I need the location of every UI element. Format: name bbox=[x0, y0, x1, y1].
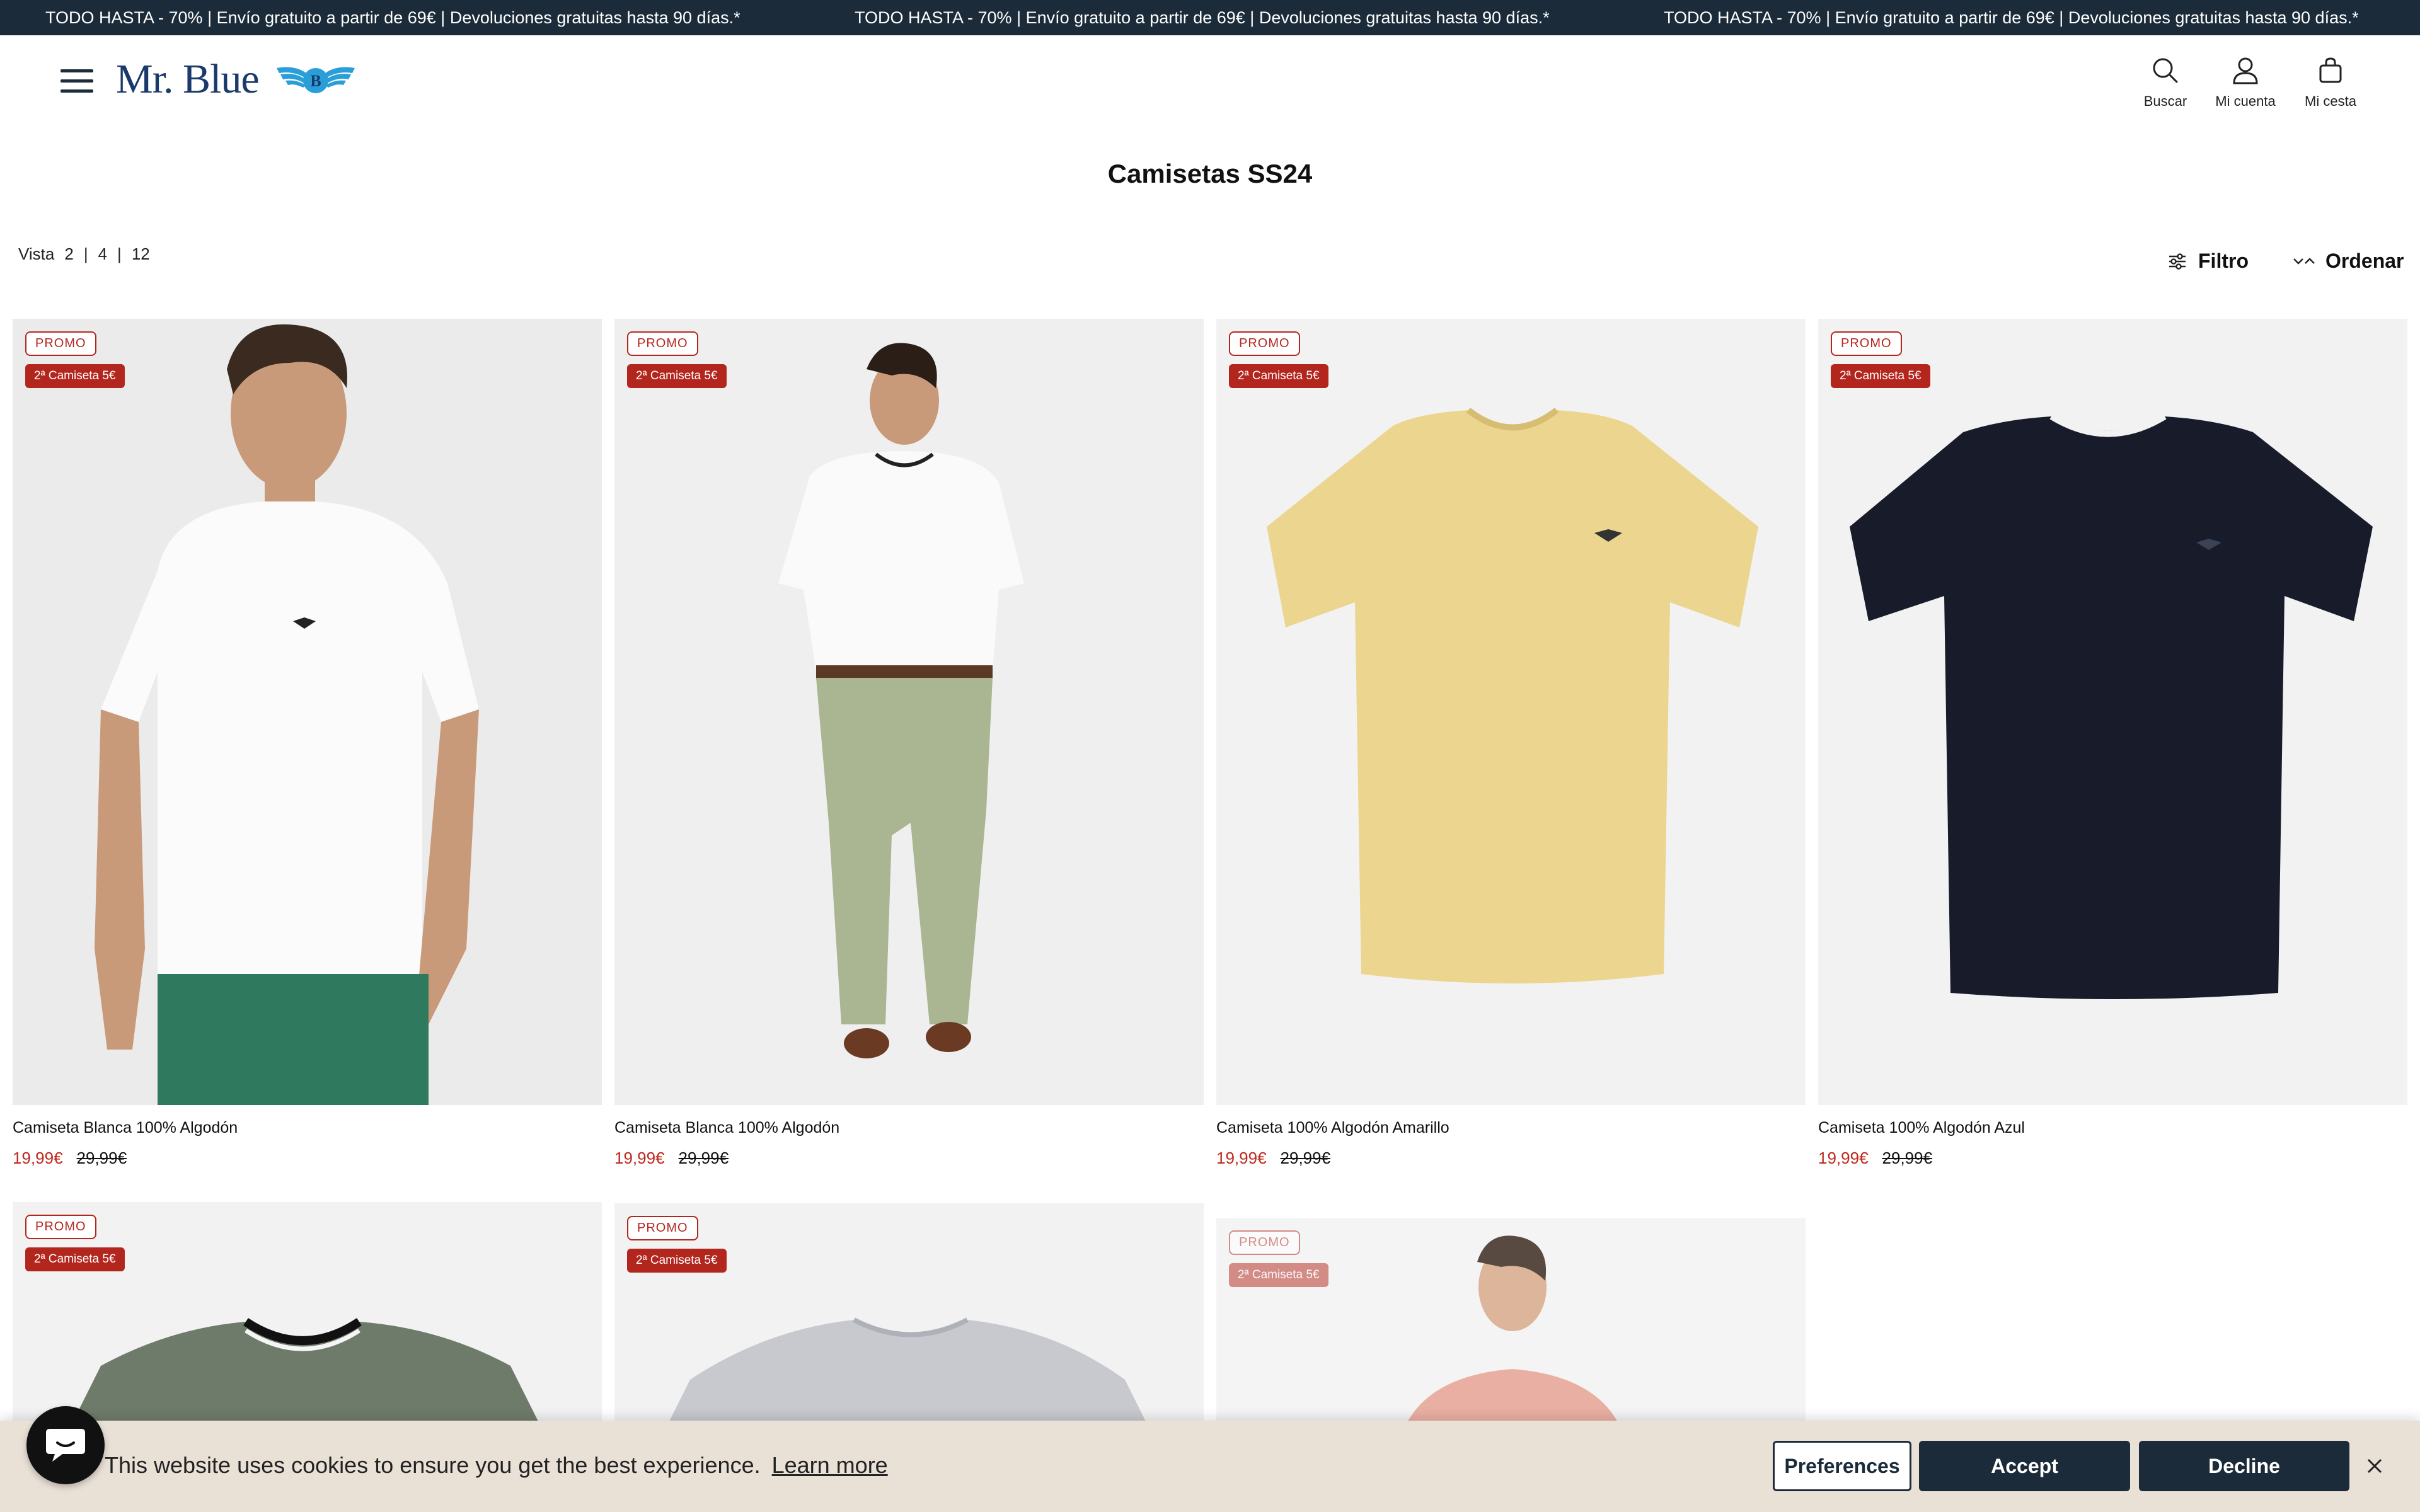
cart-label: Mi cesta bbox=[2305, 93, 2356, 109]
filter-button[interactable]: Filtro bbox=[2167, 249, 2249, 273]
deal-badge: 2ª Camiseta 5€ bbox=[627, 364, 727, 388]
product-name[interactable]: Camiseta 100% Algodón Azul bbox=[1818, 1119, 2407, 1137]
promo-badge: PROMO bbox=[25, 1215, 96, 1239]
product-photo-model-full-body bbox=[614, 319, 1204, 1105]
logo-badge: B bbox=[310, 72, 321, 90]
view-separator: | bbox=[83, 244, 88, 263]
product-name[interactable]: Camiseta Blanca 100% Algodón bbox=[614, 1119, 1204, 1137]
decline-button[interactable]: Decline bbox=[2139, 1441, 2349, 1491]
learn-more-link[interactable]: Learn more bbox=[772, 1452, 888, 1478]
product-prices: 19,99€ 29,99€ bbox=[1216, 1148, 1806, 1168]
logo[interactable]: Mr. Blue B bbox=[116, 55, 360, 103]
product-image[interactable]: PROMO 2ª Camiseta 5€ bbox=[614, 319, 1204, 1105]
view-option-12[interactable]: 12 bbox=[132, 244, 150, 264]
account-label: Mi cuenta bbox=[2215, 93, 2276, 109]
product-image[interactable]: PROMO 2ª Camiseta 5€ bbox=[1818, 319, 2407, 1105]
product-name[interactable]: Camiseta Blanca 100% Algodón bbox=[13, 1119, 602, 1137]
sale-price: 19,99€ bbox=[13, 1148, 63, 1167]
search-button[interactable]: Buscar bbox=[2140, 54, 2191, 110]
user-icon bbox=[2233, 57, 2258, 84]
sale-price: 19,99€ bbox=[614, 1148, 665, 1167]
product-image[interactable]: PROMO 2ª Camiseta 5€ bbox=[13, 319, 602, 1105]
product-prices: 19,99€ 29,99€ bbox=[614, 1148, 1204, 1168]
product-card[interactable]: PROMO 2ª Camiseta 5€ Camiseta Blanca 100… bbox=[614, 319, 1204, 1168]
announcement-message: TODO HASTA - 70% | Envío gratuito a part… bbox=[1664, 8, 2359, 27]
product-photo-navy-tee bbox=[1818, 319, 2407, 1105]
view-switcher: Vista 2 | 4 | 12 bbox=[18, 244, 150, 264]
deal-badge: 2ª Camiseta 5€ bbox=[25, 364, 125, 388]
view-separator: | bbox=[117, 244, 122, 263]
cart-button[interactable]: Mi cesta bbox=[2300, 54, 2361, 110]
chat-icon bbox=[46, 1429, 85, 1462]
view-option-2[interactable]: 2 bbox=[64, 244, 73, 264]
sale-price: 19,99€ bbox=[1818, 1148, 1869, 1167]
view-option-4[interactable]: 4 bbox=[98, 244, 107, 264]
product-photo-model-pink-tee bbox=[1216, 1218, 1806, 1445]
product-card[interactable]: PROMO 2ª Camiseta 5€ bbox=[614, 1203, 1204, 1443]
cookie-message: This website uses cookies to ensure you … bbox=[105, 1452, 761, 1478]
product-card[interactable]: PROMO 2ª Camiseta 5€ Camiseta 100% Algod… bbox=[1216, 319, 1806, 1168]
cookie-banner: This website uses cookies to ensure you … bbox=[0, 1421, 2420, 1512]
product-card[interactable]: PROMO 2ª Camiseta 5€ bbox=[1216, 1218, 1806, 1445]
deal-badge: 2ª Camiseta 5€ bbox=[1229, 1263, 1328, 1287]
chat-button[interactable] bbox=[26, 1406, 105, 1484]
sale-price: 19,99€ bbox=[1216, 1148, 1267, 1167]
search-label: Buscar bbox=[2143, 93, 2187, 109]
product-image[interactable]: PROMO 2ª Camiseta 5€ bbox=[614, 1203, 1204, 1443]
product-photo-model-white-tee bbox=[13, 319, 602, 1105]
product-image[interactable]: PROMO 2ª Camiseta 5€ bbox=[13, 1202, 602, 1441]
original-price: 29,99€ bbox=[1882, 1148, 1933, 1167]
view-label: Vista bbox=[18, 244, 55, 263]
logo-text: Mr. Blue bbox=[116, 56, 260, 102]
product-name[interactable]: Camiseta 100% Algodón Amarillo bbox=[1216, 1119, 1806, 1137]
bag-icon bbox=[2319, 57, 2342, 83]
cookie-message-wrap: This website uses cookies to ensure you … bbox=[105, 1452, 888, 1479]
search-icon bbox=[2153, 58, 2178, 83]
product-photo-green-tee bbox=[13, 1202, 602, 1441]
product-card[interactable]: PROMO 2ª Camiseta 5€ bbox=[13, 1202, 602, 1441]
product-photo-grey-tee bbox=[614, 1203, 1204, 1443]
account-button[interactable]: Mi cuenta bbox=[2211, 54, 2280, 110]
announcement-bar: TODO HASTA - 70% | Envío gratuito a part… bbox=[0, 0, 2420, 35]
product-image[interactable]: PROMO 2ª Camiseta 5€ bbox=[1216, 319, 1806, 1105]
deal-badge: 2ª Camiseta 5€ bbox=[1831, 364, 1930, 388]
product-photo-yellow-tee bbox=[1216, 319, 1806, 1105]
sort-label: Ordenar bbox=[2325, 249, 2404, 272]
deal-badge: 2ª Camiseta 5€ bbox=[1229, 364, 1328, 388]
original-price: 29,99€ bbox=[76, 1148, 127, 1167]
promo-badge: PROMO bbox=[25, 331, 96, 356]
sort-icon bbox=[2293, 257, 2315, 265]
product-image[interactable]: PROMO 2ª Camiseta 5€ bbox=[1216, 1218, 1806, 1445]
product-card[interactable]: PROMO 2ª Camiseta 5€ Camiseta 100% Algod… bbox=[1818, 319, 2407, 1168]
close-icon[interactable] bbox=[2365, 1456, 2385, 1476]
filter-icon bbox=[2169, 253, 2186, 270]
deal-badge: 2ª Camiseta 5€ bbox=[25, 1247, 125, 1271]
product-prices: 19,99€ 29,99€ bbox=[1818, 1148, 2407, 1168]
promo-badge: PROMO bbox=[1229, 1230, 1300, 1255]
menu-icon[interactable] bbox=[60, 69, 93, 94]
promo-badge: PROMO bbox=[1831, 331, 1902, 356]
promo-badge: PROMO bbox=[1229, 331, 1300, 356]
page-title: Camisetas SS24 bbox=[1107, 159, 1313, 188]
filter-label: Filtro bbox=[2198, 249, 2249, 272]
accept-button[interactable]: Accept bbox=[1919, 1441, 2130, 1491]
product-prices: 19,99€ 29,99€ bbox=[13, 1148, 602, 1168]
promo-badge: PROMO bbox=[627, 1216, 698, 1240]
product-card[interactable]: PROMO 2ª Camiseta 5€ Camiseta Blanca 100… bbox=[13, 319, 602, 1168]
announcement-message: TODO HASTA - 70% | Envío gratuito a part… bbox=[45, 8, 740, 27]
promo-badge: PROMO bbox=[627, 331, 698, 356]
deal-badge: 2ª Camiseta 5€ bbox=[627, 1249, 727, 1273]
announcement-message: TODO HASTA - 70% | Envío gratuito a part… bbox=[855, 8, 1550, 27]
original-price: 29,99€ bbox=[678, 1148, 729, 1167]
preferences-button[interactable]: Preferences bbox=[1773, 1441, 1911, 1491]
logo-wings-icon: B bbox=[276, 67, 355, 93]
sort-button[interactable]: Ordenar bbox=[2293, 249, 2404, 273]
site-header: Mr. Blue B Buscar Mi cuenta Mi cesta bbox=[0, 35, 2420, 130]
original-price: 29,99€ bbox=[1280, 1148, 1331, 1167]
